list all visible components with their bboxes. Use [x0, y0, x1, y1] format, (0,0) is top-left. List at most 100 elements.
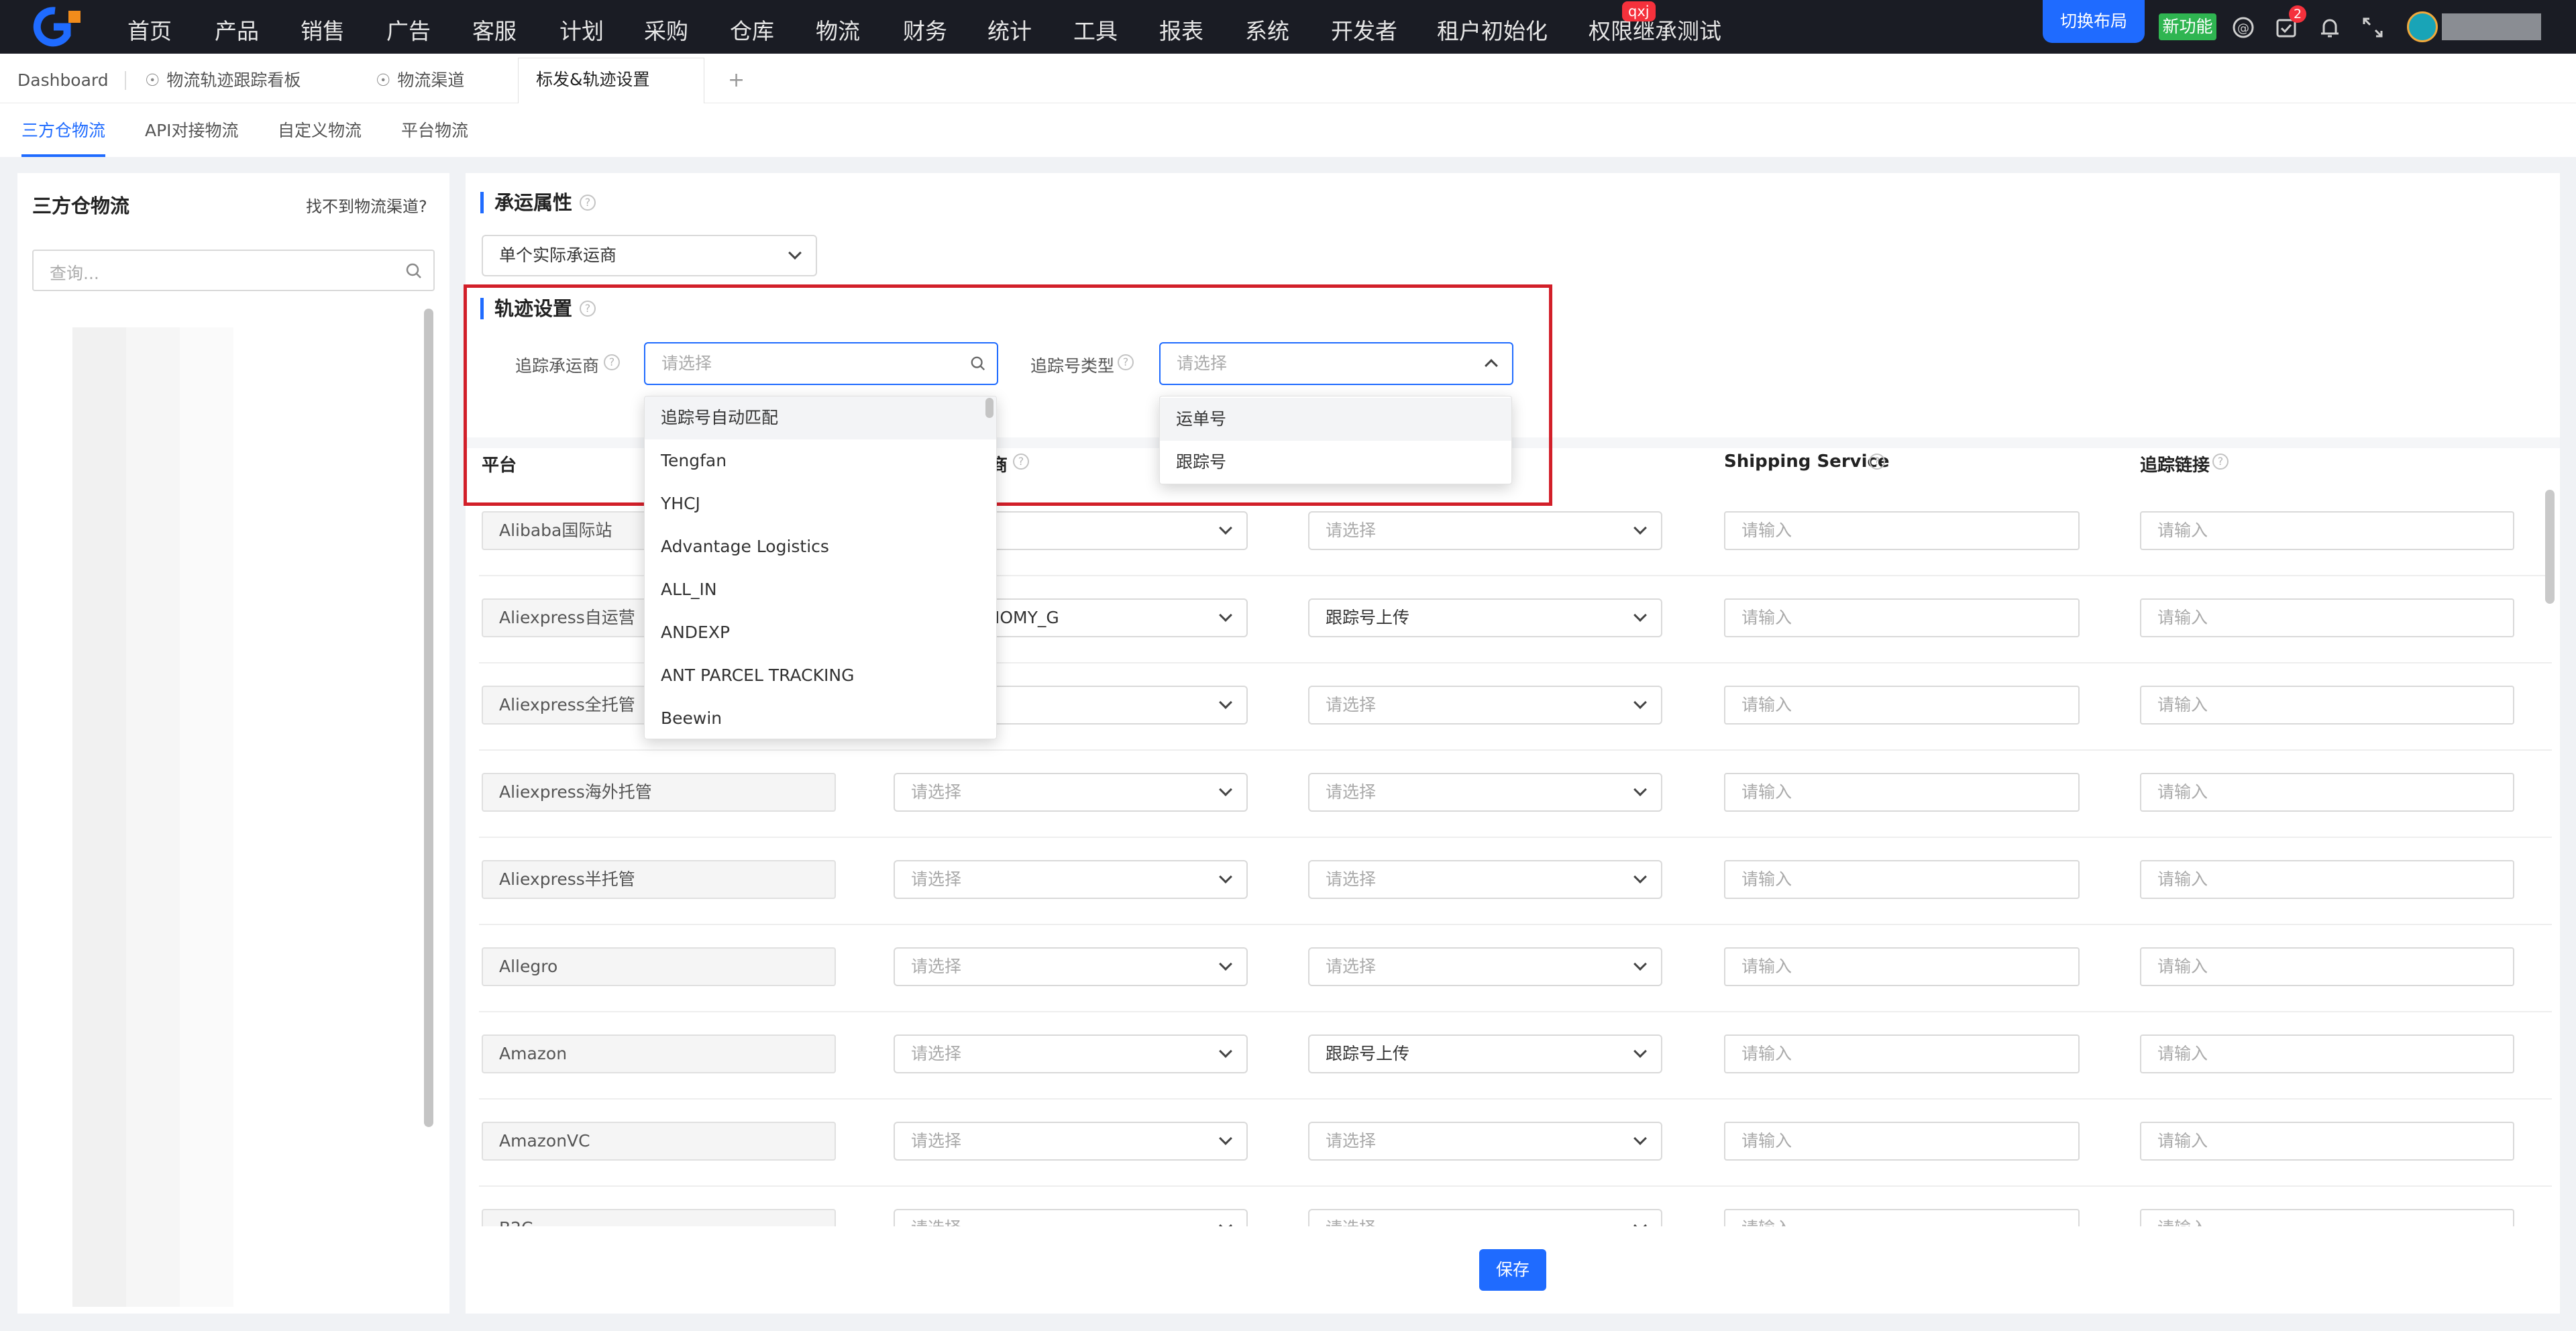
shipping-service-input[interactable]: 请输入: [1724, 1034, 2080, 1073]
subtab-api[interactable]: API对接物流: [145, 103, 239, 157]
row-divider: [479, 1098, 2552, 1100]
carrier-select[interactable]: 请选择: [894, 773, 1248, 812]
chevron-down-icon: [1633, 783, 1647, 796]
nav-item[interactable]: 首页: [127, 13, 172, 46]
carrier-select[interactable]: 请选择: [894, 1034, 1248, 1073]
platform-name-field: AmazonVC: [482, 1122, 836, 1161]
fullscreen-icon[interactable]: [2360, 15, 2385, 40]
nav-item[interactable]: 报表: [1159, 13, 1203, 46]
shipping-service-input[interactable]: 请输入: [1724, 947, 2080, 986]
nav-item[interactable]: 物流: [816, 13, 860, 46]
upload-type-select[interactable]: 跟踪号上传: [1308, 598, 1662, 637]
upload-type-select-value: 请选择: [1326, 521, 1377, 540]
nav-item[interactable]: 统计: [987, 13, 1032, 46]
bell-icon[interactable]: [2317, 15, 2343, 40]
upload-type-select[interactable]: 请选择: [1308, 511, 1662, 550]
tracking-link-input[interactable]: 请输入: [2140, 598, 2514, 637]
nav-item[interactable]: 计划: [559, 13, 604, 46]
subtab-custom[interactable]: 自定义物流: [278, 103, 362, 157]
carrier-option[interactable]: 追踪号自动匹配: [645, 396, 996, 439]
new-feature-button[interactable]: 新功能: [2159, 13, 2216, 40]
upload-type-select-value: 请选择: [1326, 1131, 1377, 1151]
carrier-option[interactable]: Tengfan: [645, 439, 996, 482]
nav-item[interactable]: 开发者: [1331, 13, 1397, 46]
carrier-option[interactable]: Beewin: [645, 697, 996, 739]
upload-type-select[interactable]: 请选择: [1308, 686, 1662, 725]
shipping-service-input-placeholder: 请输入: [1741, 695, 1792, 714]
upload-type-select[interactable]: 请选择: [1308, 947, 1662, 986]
shipping-service-input[interactable]: 请输入: [1724, 686, 2080, 725]
subtab-third-party[interactable]: 三方仓物流: [21, 103, 106, 157]
carrier-option[interactable]: YHCJ: [645, 482, 996, 525]
tracking-link-input-placeholder: 请输入: [2157, 1131, 2208, 1151]
shipping-service-input[interactable]: 请输入: [1724, 860, 2080, 899]
nav-item[interactable]: 销售: [301, 13, 345, 46]
save-button[interactable]: 保存: [1479, 1249, 1546, 1291]
upload-type-select[interactable]: 请选择: [1308, 860, 1662, 899]
carrier-select[interactable]: 请选择: [894, 947, 1248, 986]
tab-tracking-board[interactable]: ☉ 物流轨迹跟踪看板: [145, 54, 301, 103]
channel-search-input[interactable]: 查询...: [32, 250, 435, 291]
tracking-link-input[interactable]: 请输入: [2140, 1122, 2514, 1161]
nav-item[interactable]: 广告: [386, 13, 431, 46]
nav-item[interactable]: 财务: [903, 13, 947, 46]
platform-name: Allegro: [499, 957, 558, 976]
tracking-link-input[interactable]: 请输入: [2140, 1209, 2514, 1226]
carrier-option[interactable]: ANT PARCEL TRACKING: [645, 654, 996, 697]
main-scrollbar[interactable]: [2545, 490, 2555, 604]
pin-icon: ☉: [376, 70, 391, 90]
carrier-option[interactable]: ANDEXP: [645, 611, 996, 654]
upload-type-select[interactable]: 请选择: [1308, 1209, 1662, 1226]
dropdown-scrollbar[interactable]: [985, 398, 994, 418]
switch-layout-button[interactable]: 切换布局: [2043, 0, 2145, 43]
tracking-link-input[interactable]: 请输入: [2140, 947, 2514, 986]
missing-channel-link[interactable]: 找不到物流渠道?: [306, 193, 427, 217]
tab-active-settings[interactable]: 标发&轨迹设置: [518, 58, 704, 104]
tab-divider: [125, 71, 126, 90]
add-tab-button[interactable]: +: [728, 54, 745, 103]
upload-type-select[interactable]: 请选择: [1308, 773, 1662, 812]
carrier-option[interactable]: ALL_IN: [645, 568, 996, 611]
carrier-select[interactable]: 请选择: [894, 1209, 1248, 1226]
type-option[interactable]: 跟踪号: [1160, 441, 1511, 484]
subtab-platform[interactable]: 平台物流: [401, 103, 468, 157]
shipping-service-input[interactable]: 请输入: [1724, 511, 2080, 550]
tab-dashboard[interactable]: Dashboard: [17, 54, 109, 103]
upload-type-select-value: 请选择: [1326, 957, 1377, 976]
shipping-service-input[interactable]: 请输入: [1724, 1209, 2080, 1226]
left-scrollbar[interactable]: [424, 309, 433, 1127]
shipping-service-input[interactable]: 请输入: [1724, 598, 2080, 637]
carrier-select[interactable]: 请选择: [894, 1122, 1248, 1161]
nav-item[interactable]: 采购: [644, 13, 688, 46]
tab-channels[interactable]: ☉ 物流渠道: [376, 54, 464, 103]
upload-type-select[interactable]: 请选择: [1308, 1122, 1662, 1161]
upload-type-select[interactable]: 跟踪号上传: [1308, 1034, 1662, 1073]
tracking-link-input[interactable]: 请输入: [2140, 686, 2514, 725]
shipping-service-input[interactable]: 请输入: [1724, 773, 2080, 812]
help-circle-icon[interactable]: @: [2231, 15, 2256, 40]
tracking-link-input[interactable]: 请输入: [2140, 773, 2514, 812]
nav-item[interactable]: 仓库: [730, 13, 774, 46]
avatar[interactable]: [2407, 11, 2438, 42]
tracking-link-input[interactable]: 请输入: [2140, 1034, 2514, 1073]
chevron-down-icon: [1633, 1045, 1647, 1058]
search-icon[interactable]: [405, 262, 423, 280]
shipping-service-input-placeholder: 请输入: [1741, 869, 1792, 889]
type-option[interactable]: 运单号: [1160, 398, 1511, 441]
nav-item[interactable]: 产品: [215, 13, 259, 46]
nav-item[interactable]: 工具: [1073, 13, 1118, 46]
left-panel: 三方仓物流 找不到物流渠道? 查询...: [17, 173, 449, 1314]
platform-name-field: B2C: [482, 1209, 836, 1226]
tracking-link-input[interactable]: 请输入: [2140, 860, 2514, 899]
app-logo[interactable]: [25, 7, 85, 47]
username-redacted[interactable]: [2442, 13, 2541, 40]
nav-item[interactable]: 租户初始化: [1437, 13, 1548, 46]
nav-item[interactable]: 客服: [472, 13, 517, 46]
upload-type-select-value: 请选择: [1326, 1218, 1376, 1226]
shipping-service-input[interactable]: 请输入: [1724, 1122, 2080, 1161]
row-divider: [479, 1011, 2552, 1012]
carrier-option[interactable]: Advantage Logistics: [645, 525, 996, 568]
tracking-link-input[interactable]: 请输入: [2140, 511, 2514, 550]
carrier-select[interactable]: 请选择: [894, 860, 1248, 899]
nav-item[interactable]: 系统: [1245, 13, 1289, 46]
